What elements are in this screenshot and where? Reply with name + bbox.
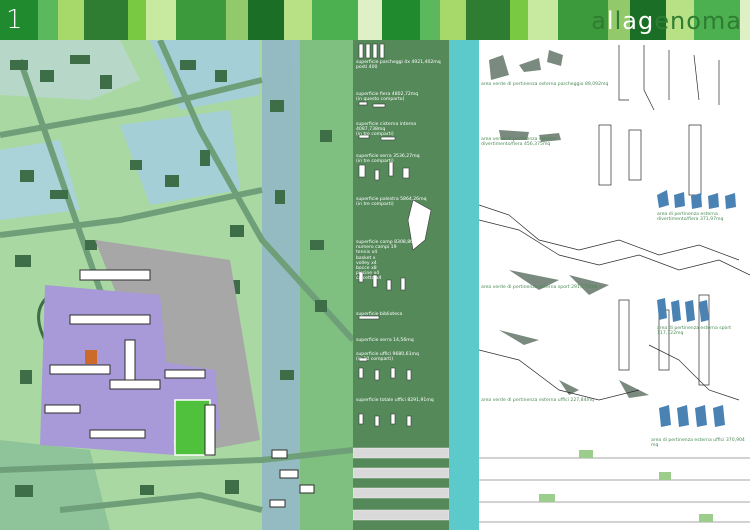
outdoor-area-label: area verde di pertinenza esterna parcheg… [481, 82, 609, 87]
outdoor-area-label: area di pertinenza esterna sport 117,722… [657, 326, 732, 337]
program-label: superficie serra 14,56mq [356, 338, 414, 343]
header-stripe [440, 0, 466, 40]
header-stripe [58, 0, 84, 40]
header-banner: 1 allagenoma [0, 0, 750, 40]
program-label: superficie biblioteca [356, 312, 403, 317]
program-label: superficie uffici 9680,61mq (in 10 compa… [356, 352, 419, 363]
title-letter: a [622, 7, 638, 35]
header-stripe [358, 0, 382, 40]
page-number: 1 [6, 5, 23, 35]
title-letter: n [669, 7, 687, 35]
header-stripe [84, 0, 128, 40]
program-label: superficie totale uffici 8291,91mq [356, 398, 434, 403]
program-label: superficie serra 3536,27mq (in tre compa… [356, 154, 420, 165]
outdoor-area-label: area verde di pertinenza esterna sport 2… [481, 285, 598, 290]
title-letter: o [686, 7, 702, 35]
header-stripe [226, 0, 248, 40]
outdoor-areas-panel: area verde di pertinenza esterna parcheg… [479, 40, 750, 530]
header-stripe [146, 0, 176, 40]
program-label: superficie cisterna interna 4087,738mq (… [356, 122, 417, 138]
program-areas-panel: superficie parcheggi 4x 4921,402mq posti… [353, 40, 449, 530]
header-stripe [284, 0, 312, 40]
title-letter: m [701, 7, 727, 35]
header-stripe [420, 0, 440, 40]
header-stripe [38, 0, 58, 40]
title-letter: l [606, 7, 615, 35]
program-label: superficie palestra 5864,26mq (in tre co… [356, 197, 427, 208]
header-stripe [128, 0, 146, 40]
title-letter: e [654, 7, 670, 35]
outdoor-area-label: area verde di pertinenza esterna diverti… [481, 137, 557, 148]
program-diagrams [353, 43, 449, 521]
header-stripe [466, 0, 510, 40]
cyan-strip [449, 40, 479, 530]
header-stripe [248, 0, 284, 40]
title-letter: a [591, 7, 607, 35]
program-label: superficie parcheggi 4x 4921,402mq posti… [356, 60, 441, 71]
outdoor-area-label: area di pertinenza esterna uffici 370,90… [651, 438, 745, 449]
site-plan-map [0, 40, 353, 530]
program-label: superficie comp 8308,86mq numero campi 1… [356, 240, 421, 282]
header-stripe [382, 0, 420, 40]
project-title: allagenoma [591, 8, 742, 34]
header-stripe [510, 0, 528, 40]
program-label: superficie fiera 4802,72mq (in questo co… [356, 92, 419, 103]
outdoor-area-label: area di pertinenza esterna divertimento/… [657, 212, 724, 223]
map-drawing [0, 40, 353, 530]
header-stripe [312, 0, 358, 40]
header-stripe [528, 0, 558, 40]
outdoor-area-label: area verde di pertinenza esterna uffici … [481, 398, 594, 403]
title-letter: a [726, 7, 742, 35]
title-letter: g [637, 7, 655, 35]
header-stripe [176, 0, 226, 40]
